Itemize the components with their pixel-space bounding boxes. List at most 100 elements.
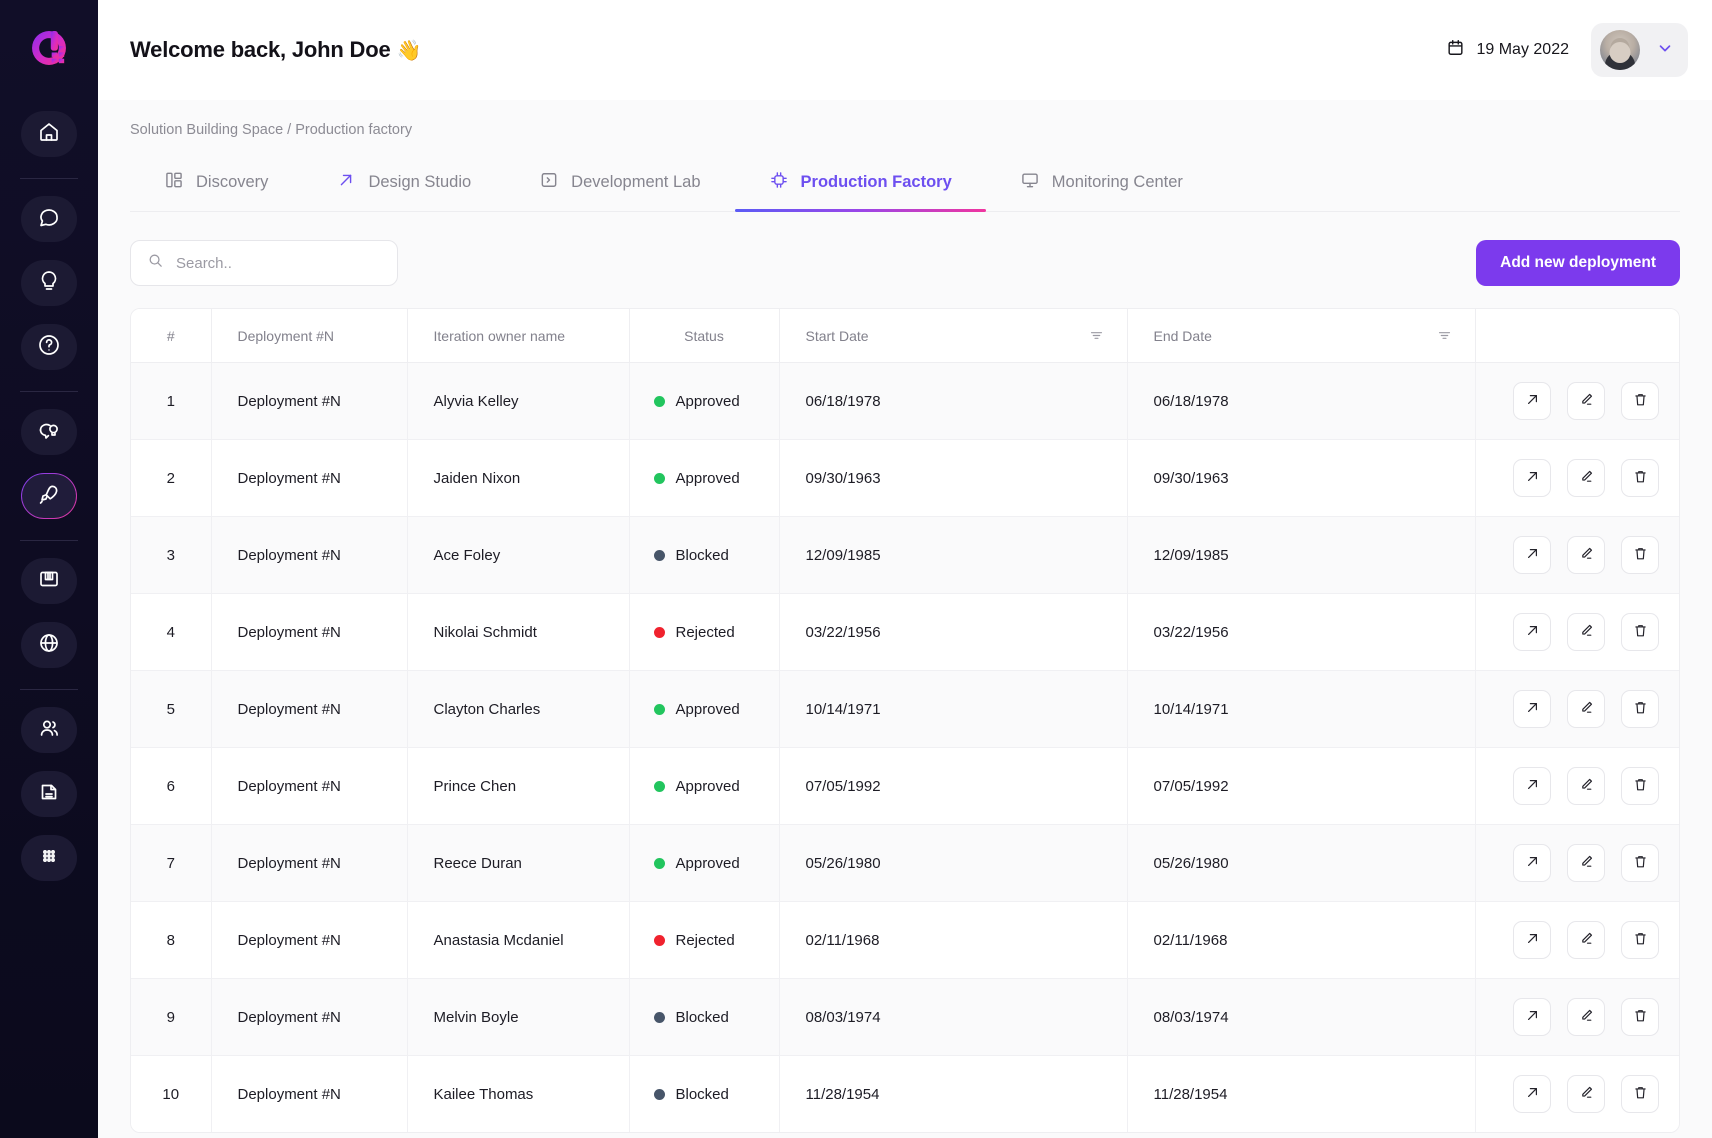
status-badge: Approved	[630, 470, 779, 487]
sidebar-item-users[interactable]	[21, 707, 77, 753]
edit-row-button[interactable]	[1567, 459, 1606, 497]
open-row-button[interactable]	[1513, 921, 1552, 959]
tab-monitoring-center[interactable]: Monitoring Center	[986, 158, 1217, 211]
table-row[interactable]: 4 Deployment #N Nikolai Schmidt Rejected 03/…	[131, 593, 1679, 671]
archive-icon	[37, 567, 61, 596]
sidebar-item-chat[interactable]	[21, 196, 77, 242]
col-header-end-label: End Date	[1153, 327, 1212, 344]
table-row[interactable]: 5 Deployment #N Clayton Charles Approved 10/…	[131, 670, 1679, 748]
open-row-button[interactable]	[1513, 998, 1552, 1036]
table-row[interactable]: 2 Deployment #N Jaiden Nixon Approved 09/30/…	[131, 439, 1680, 517]
sidebar-item-rocket[interactable]	[21, 473, 77, 519]
table-row[interactable]: 1 Deployment #N Alyvia Kelley Approved 06/18…	[131, 362, 1679, 440]
breadcrumb-root[interactable]: Solution Building Space	[130, 122, 283, 138]
arrow-up-right-icon	[1524, 1084, 1541, 1105]
chevron-down-icon[interactable]	[1656, 39, 1674, 62]
add-new-deployment-button[interactable]: Add new deployment	[1476, 240, 1680, 286]
delete-row-button[interactable]	[1621, 1075, 1660, 1113]
edit-row-button[interactable]	[1567, 613, 1606, 651]
edit-row-button[interactable]	[1567, 844, 1606, 882]
status-label: Blocked	[675, 1008, 729, 1026]
cell-index: 2	[131, 439, 212, 517]
wave-emoji: 👋	[396, 40, 422, 62]
filter-icon[interactable]	[1088, 327, 1105, 344]
row-actions	[1476, 459, 1680, 497]
open-row-button[interactable]	[1513, 844, 1552, 882]
sidebar-item-home[interactable]	[21, 111, 77, 157]
status-dot-icon	[653, 472, 665, 484]
pencil-icon	[1578, 1007, 1595, 1028]
filter-icon[interactable]	[1436, 327, 1453, 344]
globe-icon	[37, 631, 61, 660]
edit-row-button[interactable]	[1567, 536, 1606, 574]
status-badge: Blocked	[630, 547, 779, 564]
open-row-button[interactable]	[1513, 690, 1552, 728]
status-label: Blocked	[675, 1085, 729, 1103]
date-display[interactable]: 19 May 2022	[1446, 38, 1569, 62]
cell-index: 10	[131, 1055, 212, 1132]
delete-row-button[interactable]	[1621, 536, 1660, 574]
table-row[interactable]: 8 Deployment #N Anastasia Mcdaniel Rejected…	[131, 901, 1679, 979]
col-header-actions	[1475, 309, 1679, 363]
cell-index: 9	[131, 978, 212, 1056]
pencil-icon	[1578, 622, 1595, 643]
open-row-button[interactable]	[1513, 459, 1552, 497]
sidebar-item-idea[interactable]	[21, 260, 77, 306]
edit-row-button[interactable]	[1567, 1075, 1606, 1113]
open-row-button[interactable]	[1513, 613, 1552, 651]
search-input[interactable]	[176, 254, 381, 272]
cell-actions	[1475, 439, 1680, 517]
tab-development-lab[interactable]: Development Lab	[505, 158, 734, 211]
cell-start-date: 07/05/1992	[779, 747, 1128, 825]
sidebar-item-archive[interactable]	[21, 558, 77, 604]
sidebar-item-help[interactable]	[21, 324, 77, 370]
delete-row-button[interactable]	[1621, 613, 1660, 651]
edit-row-button[interactable]	[1567, 382, 1606, 420]
cell-actions	[1475, 978, 1679, 1056]
sidebar-item-insight[interactable]	[21, 409, 77, 455]
cell-owner: Prince Chen	[407, 747, 630, 825]
edit-row-button[interactable]	[1567, 998, 1606, 1036]
tab-label: Monitoring Center	[1051, 173, 1183, 191]
status-label: Approved	[675, 469, 740, 487]
greeting-text: Welcome back, John Doe	[130, 37, 391, 62]
table-row[interactable]: 3 Deployment #N Ace Foley Blocked 12/09/1985…	[131, 516, 1680, 594]
sidebar-item-document[interactable]	[21, 771, 77, 817]
edit-row-button[interactable]	[1567, 767, 1606, 805]
row-actions	[1476, 536, 1680, 574]
edit-row-button[interactable]	[1567, 690, 1606, 728]
sidebar-item-globe[interactable]	[21, 622, 77, 668]
tab-discovery[interactable]: Discovery	[130, 158, 302, 211]
table-row[interactable]: 7 Deployment #N Reece Duran Approved 05/26/1…	[131, 824, 1679, 902]
user-menu[interactable]	[1591, 23, 1688, 77]
cell-owner: Nikolai Schmidt	[407, 593, 630, 671]
sidebar-divider	[20, 689, 78, 690]
cell-owner: Jaiden Nixon	[407, 439, 630, 517]
edit-row-button[interactable]	[1567, 921, 1606, 959]
delete-row-button[interactable]	[1621, 690, 1660, 728]
table-row[interactable]: 6 Deployment #N Prince Chen Approved 07/05/1…	[131, 747, 1679, 825]
delete-row-button[interactable]	[1621, 921, 1660, 959]
open-row-button[interactable]	[1513, 382, 1552, 420]
delete-row-button[interactable]	[1621, 459, 1660, 497]
open-row-button[interactable]	[1513, 1075, 1552, 1113]
sidebar-item-apps[interactable]	[21, 835, 77, 881]
delete-row-button[interactable]	[1621, 382, 1660, 420]
status-badge: Rejected	[630, 624, 779, 641]
open-row-button[interactable]	[1513, 767, 1552, 805]
delete-row-button[interactable]	[1621, 844, 1660, 882]
status-badge: Approved	[630, 778, 779, 795]
open-row-button[interactable]	[1513, 536, 1552, 574]
delete-row-button[interactable]	[1621, 998, 1660, 1036]
cell-end-date: 03/22/1956	[1127, 593, 1476, 671]
delete-row-button[interactable]	[1621, 767, 1660, 805]
search-box[interactable]	[130, 240, 398, 286]
tab-label: Design Studio	[368, 173, 472, 191]
tab-design-studio[interactable]: Design Studio	[302, 158, 505, 211]
brand-logo[interactable]	[21, 20, 77, 76]
col-header-index: #	[131, 309, 212, 363]
table-row[interactable]: 10 Deployment #N Kailee Thomas Blocked 11/28…	[131, 1055, 1679, 1132]
trash-icon	[1632, 930, 1649, 951]
tab-production-factory[interactable]: Production Factory	[734, 158, 987, 212]
table-row[interactable]: 9 Deployment #N Melvin Boyle Blocked 08/03/1…	[131, 978, 1679, 1056]
